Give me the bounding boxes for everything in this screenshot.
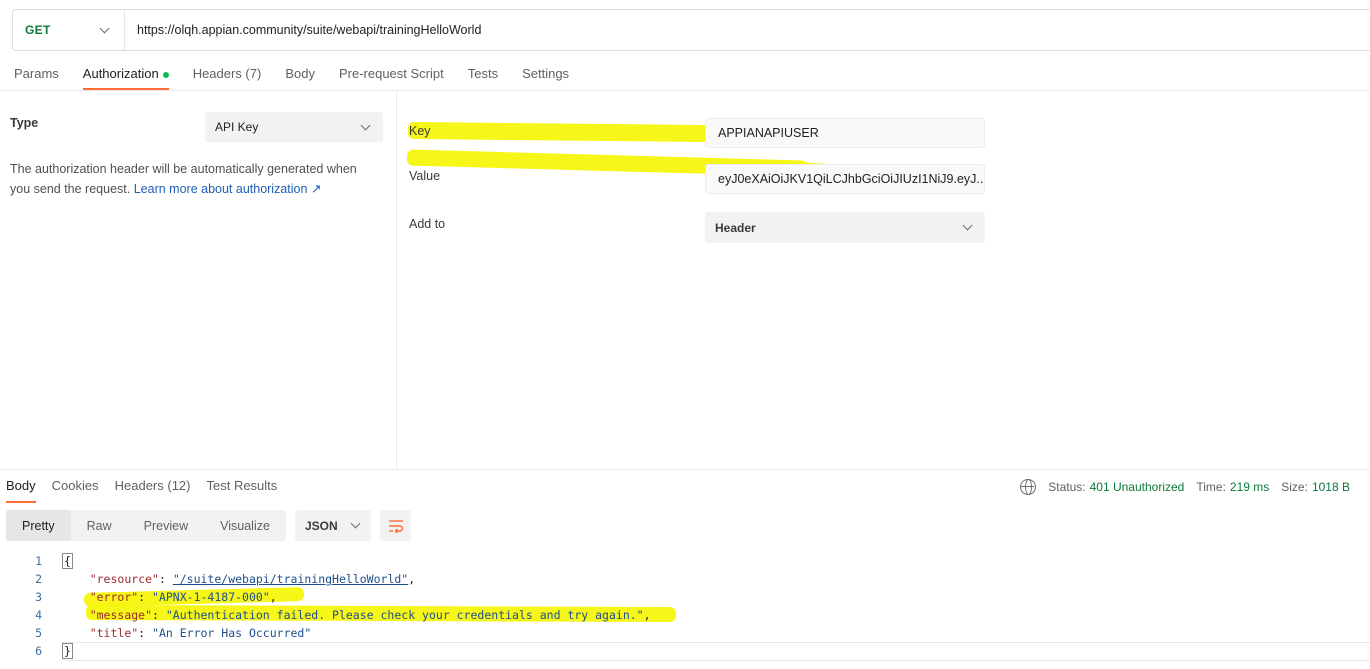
- method-label: GET: [25, 23, 51, 37]
- tabs-divider: [0, 90, 1370, 91]
- time-label: Time:: [1196, 480, 1226, 494]
- status-label: Status:: [1048, 480, 1086, 494]
- code-line: 4 "message": "Authentication failed. Ple…: [0, 606, 1370, 624]
- key-input[interactable]: APPIANAPIUSER: [705, 118, 985, 148]
- format-type-select[interactable]: JSON: [295, 510, 371, 541]
- code-line: 5 "title": "An Error Has Occurred": [0, 624, 1370, 643]
- json-key: "resource": [89, 572, 159, 586]
- tab-body[interactable]: Body: [285, 60, 315, 89]
- tab-authorization-label: Authorization: [82, 66, 159, 81]
- code-line: 3 "error": "APNX-1-4187-000",: [0, 588, 1370, 606]
- wrap-lines-icon: [388, 519, 403, 533]
- url-input[interactable]: https://olqh.appian.community/suite/weba…: [125, 23, 481, 37]
- chevron-down-icon: [962, 220, 973, 231]
- url-bar: GET https://olqh.appian.community/suite/…: [12, 9, 1370, 51]
- response-tab-body[interactable]: Body: [6, 478, 36, 503]
- format-pretty[interactable]: Pretty: [6, 510, 71, 541]
- value-label: Value: [409, 169, 441, 183]
- value-input[interactable]: eyJ0eXAiOiJKV1QiLCJhbGciOiJIUzI1NiJ9.eyJ…: [705, 164, 985, 194]
- response-divider: [0, 469, 1370, 470]
- response-status-bar: Status: 401 Unauthorized Time: 219 ms Si…: [1020, 479, 1350, 495]
- active-dot-icon: [162, 72, 169, 78]
- size-label: Size:: [1281, 480, 1308, 494]
- auth-type-label: Type: [10, 116, 39, 130]
- close-brace: }: [62, 643, 73, 659]
- format-visualize[interactable]: Visualize: [204, 510, 286, 541]
- response-tab-headers[interactable]: Headers (12): [115, 478, 191, 502]
- request-tabs: Params Authorization Headers (7) Body Pr…: [14, 60, 593, 91]
- key-label: Key: [409, 124, 431, 138]
- status-value[interactable]: 401 Unauthorized: [1090, 480, 1185, 494]
- tab-pre-request-script[interactable]: Pre-request Script: [339, 60, 444, 89]
- size-value[interactable]: 1018 B: [1312, 480, 1350, 494]
- json-value: "An Error Has Occurred": [152, 626, 312, 640]
- code-line: 2 "resource": "/suite/webapi/trainingHel…: [0, 570, 1370, 588]
- json-value: "APNX-1-4187-000": [152, 590, 270, 604]
- tab-authorization[interactable]: Authorization: [82, 60, 169, 90]
- response-tab-test-results[interactable]: Test Results: [206, 478, 277, 502]
- add-to-select[interactable]: Header: [705, 212, 985, 243]
- auth-description: The authorization header will be automat…: [10, 159, 380, 199]
- auth-type-value: API Key: [215, 120, 259, 134]
- tab-params[interactable]: Params: [14, 60, 59, 89]
- line-number: 1: [35, 554, 42, 568]
- format-raw[interactable]: Raw: [71, 510, 128, 541]
- add-to-value: Header: [715, 220, 756, 235]
- line-number: 5: [35, 626, 42, 640]
- json-value: "Authentication failed. Please check you…: [165, 608, 644, 622]
- json-link-value[interactable]: "/suite/webapi/trainingHelloWorld": [173, 572, 408, 586]
- tab-headers[interactable]: Headers (7): [193, 60, 262, 89]
- tab-tests[interactable]: Tests: [468, 60, 498, 89]
- code-line: 1 {: [0, 552, 1370, 570]
- learn-more-link[interactable]: Learn more about authorization ↗: [134, 182, 322, 196]
- response-tab-cookies[interactable]: Cookies: [52, 478, 99, 502]
- line-number: 4: [35, 608, 42, 622]
- format-tabs: Pretty Raw Preview Visualize: [6, 510, 286, 541]
- tab-settings[interactable]: Settings: [522, 60, 569, 89]
- method-select[interactable]: GET: [13, 10, 125, 50]
- response-body: 1 { 2 "resource": "/suite/webapi/trainin…: [0, 552, 1370, 661]
- chevron-down-icon: [350, 518, 361, 529]
- panel-divider: [396, 91, 397, 469]
- current-line-marker: [62, 660, 1370, 661]
- chevron-down-icon: [99, 23, 110, 33]
- format-type-value: JSON: [305, 518, 338, 533]
- time-value[interactable]: 219 ms: [1230, 480, 1269, 494]
- response-tabs: Body Cookies Headers (12) Test Results: [6, 478, 293, 503]
- json-key: "error": [89, 590, 139, 604]
- chevron-down-icon: [360, 120, 371, 130]
- json-key: "message": [89, 608, 153, 622]
- globe-icon[interactable]: [1020, 479, 1037, 495]
- open-brace: {: [62, 553, 73, 569]
- auth-type-select[interactable]: API Key: [205, 112, 383, 142]
- wrap-lines-button[interactable]: [380, 510, 411, 541]
- line-number: 2: [35, 572, 42, 586]
- code-line: 6 }: [0, 642, 1370, 661]
- line-number: 3: [35, 590, 42, 604]
- add-to-label: Add to: [409, 217, 446, 231]
- json-key: "title": [89, 626, 139, 640]
- line-number: 6: [35, 644, 42, 658]
- format-preview[interactable]: Preview: [128, 510, 204, 541]
